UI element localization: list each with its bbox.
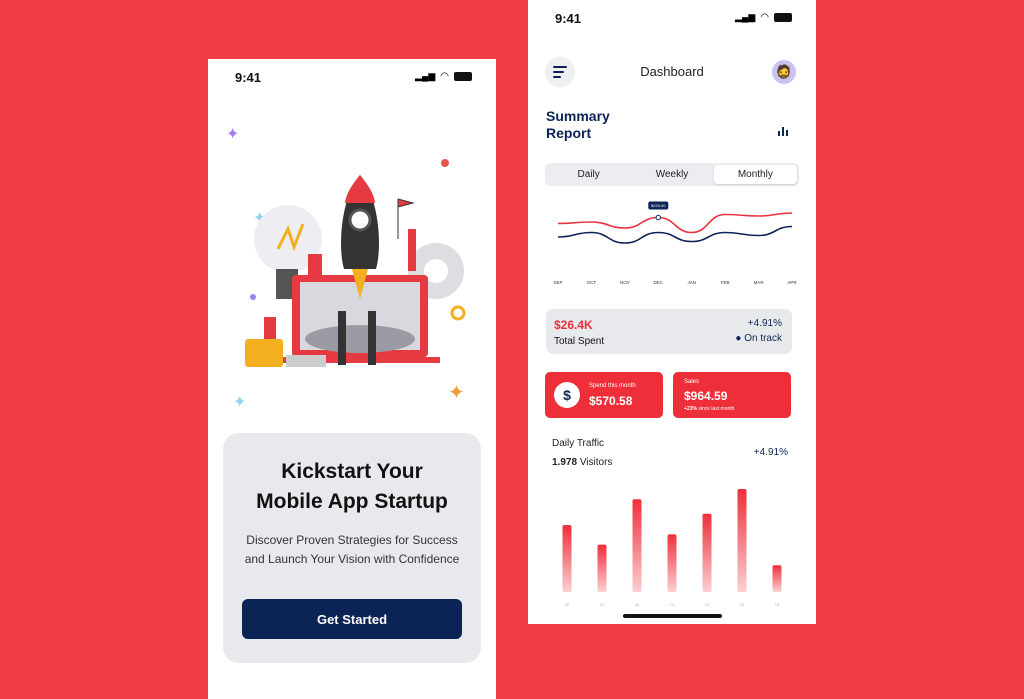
visitors-label: Visitors <box>579 457 613 468</box>
spend-label: Spend this month <box>589 383 636 389</box>
total-spent-card: $26.4K Total Spent +4.91% ● On track <box>546 309 792 354</box>
traffic-bar <box>772 565 782 592</box>
bar-x-label: 08 <box>635 602 640 607</box>
status-bar: 9:41 ▂▄▆ ◠ <box>528 0 816 36</box>
onboarding-screen: 9:41 ▂▄▆ ◠ ✦ ✦ ✦ ✦ Kickstart Your Mobile A… <box>208 59 496 699</box>
x-tick-label: JAN <box>687 280 696 285</box>
bar-chart: 00 04 08 12 14 16 18 <box>562 489 782 607</box>
bar-x-label: 14 <box>705 602 710 607</box>
total-spent-label: Total Spent <box>554 336 605 347</box>
home-indicator <box>623 614 722 618</box>
title-line-1: Kickstart Your <box>281 460 423 483</box>
onboarding-title: Kickstart Your Mobile App Startup <box>223 457 481 517</box>
line-series-1 <box>557 225 793 244</box>
signal-icon: ▂▄▆ <box>415 71 436 81</box>
tooltip-label: $220.00 <box>651 203 666 208</box>
x-tick-label: NOV <box>620 280 630 285</box>
bar-x-label: 12 <box>670 602 675 607</box>
wifi-icon: ◠ <box>760 12 769 23</box>
dashboard-screen: 9:41 ▂▄▆ ◠ Dashboard 🧔 Summary Report Dail… <box>528 0 816 624</box>
period-tabs: Daily Weekly Monthly <box>545 163 799 186</box>
on-track-label: On track <box>744 333 782 344</box>
title-line-2: Mobile App Startup <box>256 490 448 513</box>
traffic-bar <box>597 544 607 592</box>
tooltip-point <box>655 214 661 221</box>
x-tick-label: SEP <box>553 280 562 285</box>
traffic-bar <box>562 525 572 592</box>
spend-this-month-card[interactable]: $ Spend this month $570.58 <box>545 372 663 418</box>
on-track-status: ● On track <box>735 333 782 344</box>
line-series-0 <box>557 212 793 234</box>
svg-text:✦: ✦ <box>448 382 465 404</box>
traffic-bar <box>667 534 677 592</box>
tab-monthly[interactable]: Monthly <box>713 165 797 184</box>
get-started-button[interactable]: Get Started <box>242 599 462 639</box>
status-time: 9:41 <box>555 11 582 26</box>
sales-change-suffix: since last month <box>698 406 735 412</box>
bar-x-label: 00 <box>565 602 570 607</box>
status-bar: 9:41 ▂▄▆ ◠ <box>208 59 496 95</box>
sales-label: Sales <box>684 379 700 385</box>
section-title: Summary Report <box>546 108 610 142</box>
daily-traffic-title: Daily Traffic <box>552 438 605 449</box>
wifi-icon: ◠ <box>440 71 449 82</box>
section-title-line-2: Report <box>546 125 592 141</box>
bar-x-label: 18 <box>775 602 780 607</box>
bar-chart-icon[interactable] <box>772 120 794 142</box>
traffic-bar <box>632 499 642 592</box>
sales-change: +23% since last month <box>684 406 734 412</box>
traffic-bar <box>702 513 712 592</box>
onboarding-card: Kickstart Your Mobile App Startup Discove… <box>223 433 481 663</box>
rocket-startup-illustration: ✦ ✦ ✦ ✦ <box>226 126 466 411</box>
total-spent-change: +4.91% <box>747 318 782 329</box>
battery-icon <box>454 72 472 81</box>
visitors-count: 1.978 <box>552 457 578 468</box>
sales-card[interactable]: Sales $964.59 +23% since last month <box>673 372 791 418</box>
visitors: 1.978 Visitors <box>552 457 612 468</box>
traffic-bar <box>737 489 747 592</box>
status-time: 9:41 <box>235 70 262 85</box>
traffic-change: +4.91% <box>753 447 788 458</box>
onboarding-description: Discover Proven Strategies for Success a… <box>244 533 460 566</box>
tab-daily[interactable]: Daily <box>547 165 630 184</box>
signal-icon: ▂▄▆ <box>735 12 756 22</box>
x-tick-label: FEB <box>721 280 730 285</box>
tab-weekly[interactable]: Weekly <box>630 165 713 184</box>
sales-change-value: +23% <box>684 406 697 412</box>
x-tick-label: DEC <box>654 280 664 285</box>
bar-x-label: 04 <box>600 602 605 607</box>
sales-value: $964.59 <box>684 389 728 403</box>
line-chart: SEP OCT NOV DEC JAN FEB MAR APR $220.00 <box>553 201 797 285</box>
x-tick-label: OCT <box>587 280 597 285</box>
svg-text:✦: ✦ <box>226 126 239 143</box>
avatar[interactable]: 🧔 <box>772 60 796 84</box>
x-tick-label: MAR <box>754 280 765 285</box>
section-title-line-1: Summary <box>546 108 610 124</box>
bar-x-label: 16 <box>740 602 745 607</box>
battery-icon <box>774 13 792 22</box>
svg-text:✦: ✦ <box>233 394 246 411</box>
x-tick-label: APR <box>787 280 797 285</box>
total-spent-value: $26.4K <box>554 318 593 332</box>
dollar-icon: $ <box>554 382 580 408</box>
spend-value: $570.58 <box>589 394 633 408</box>
